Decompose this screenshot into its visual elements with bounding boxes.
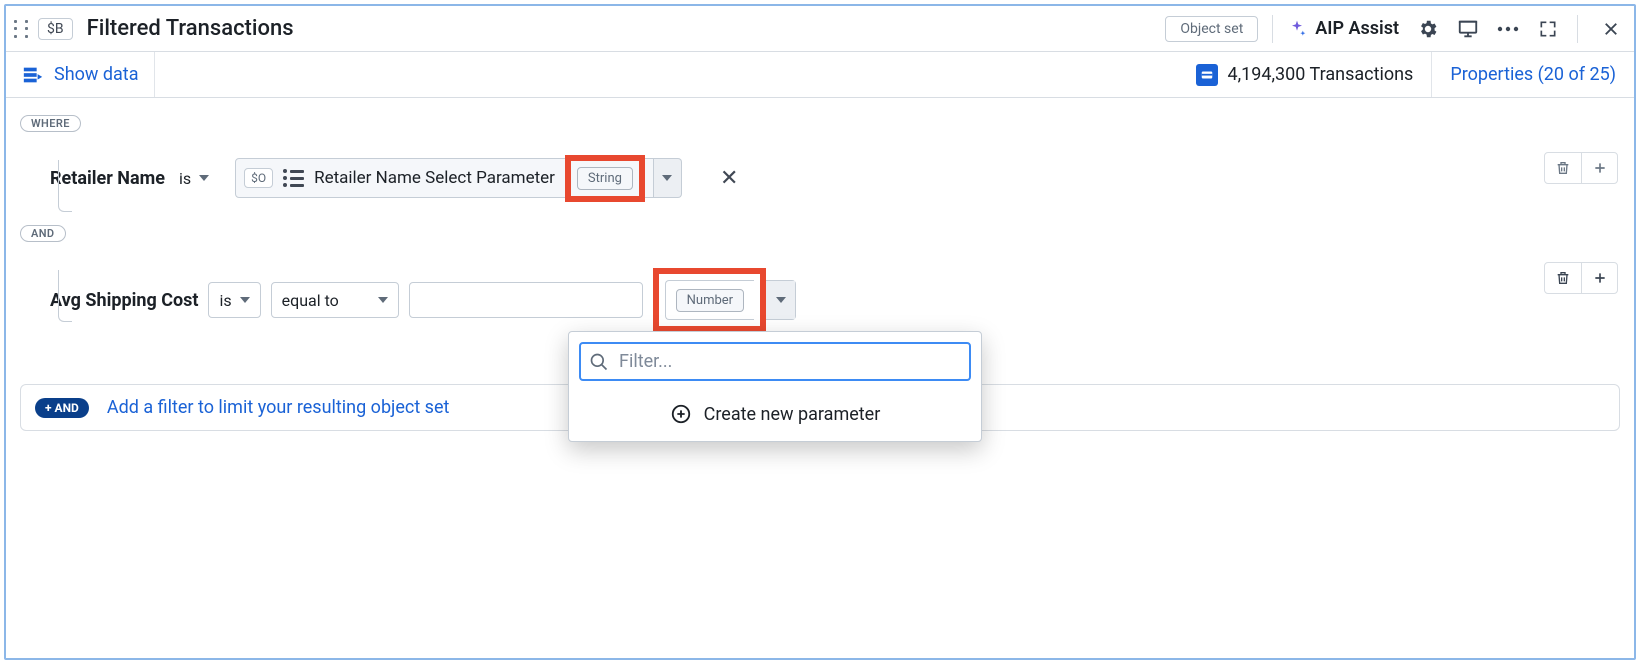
number-type-highlight: Number: [653, 268, 766, 332]
popover-search[interactable]: [579, 342, 971, 381]
parameter-popover: Create new parameter: [568, 331, 982, 442]
add-filter-text: Add a filter to limit your resulting obj…: [107, 397, 450, 418]
parameter-dropdown-button[interactable]: [654, 158, 682, 198]
add-and-badge: + AND: [35, 398, 89, 418]
gear-icon[interactable]: [1417, 18, 1439, 40]
separator: [1577, 15, 1578, 43]
shipping-filter-row: Avg Shipping Cost is equal to Number: [50, 268, 1620, 332]
header-bar: $B Filtered Transactions Object set AIP …: [6, 6, 1634, 52]
caret-down-icon: [240, 297, 250, 303]
close-icon[interactable]: [1600, 18, 1622, 40]
parameter-output-chip: $O: [244, 168, 273, 188]
properties-link[interactable]: Properties (20 of 25): [1431, 52, 1634, 97]
shipping-operator-value: is: [219, 291, 231, 310]
list-icon: [283, 169, 304, 187]
properties-label: Properties (20 of 25): [1450, 64, 1616, 85]
delete-filter-button[interactable]: [1545, 263, 1581, 293]
caret-down-icon: [776, 297, 786, 303]
presentation-icon[interactable]: [1457, 18, 1479, 40]
sparkle-icon: [1287, 19, 1307, 39]
card-icon: [1196, 64, 1218, 86]
shipping-field-label: Avg Shipping Cost: [50, 290, 198, 311]
and-group: Avg Shipping Cost is equal to Number: [20, 268, 1620, 332]
where-row-actions: [1544, 152, 1618, 184]
retailer-parameter-token[interactable]: $O Retailer Name Select Parameter String: [235, 158, 654, 198]
remove-filter-button[interactable]: ✕: [720, 166, 738, 191]
plus-circle-icon: [670, 403, 692, 425]
object-set-button[interactable]: Object set: [1165, 16, 1258, 42]
add-filter-button[interactable]: [1581, 263, 1617, 293]
number-type-tag: Number: [676, 289, 744, 312]
show-data-icon: [22, 64, 44, 86]
and-row-actions: [1544, 262, 1618, 294]
parameter-name-label: Retailer Name Select Parameter: [314, 168, 555, 188]
subheader-bar: Show data 4,194,300 Transactions Propert…: [6, 52, 1634, 98]
page-title: Filtered Transactions: [87, 16, 294, 41]
retailer-operator-select[interactable]: is: [175, 169, 213, 188]
expand-icon[interactable]: [1537, 18, 1559, 40]
search-icon: [589, 352, 609, 372]
retailer-filter-row: Retailer Name is $O Retailer Name Select…: [50, 158, 1620, 198]
string-type-highlight: String: [565, 155, 645, 202]
caret-down-icon: [199, 175, 209, 181]
drag-handle-icon[interactable]: [12, 17, 30, 41]
filter-builder: WHERE Retailer Name is $O: [6, 98, 1634, 445]
and-clause-pill: AND: [20, 225, 66, 242]
delete-filter-button[interactable]: [1545, 153, 1581, 183]
create-parameter-label: Create new parameter: [704, 404, 881, 425]
shipping-operator-select[interactable]: is: [208, 282, 260, 318]
popover-filter-input[interactable]: [617, 350, 961, 373]
string-type-tag: String: [577, 167, 633, 190]
show-data-label: Show data: [54, 64, 138, 85]
caret-down-icon: [378, 297, 388, 303]
create-parameter-button[interactable]: Create new parameter: [569, 391, 981, 441]
separator: [1272, 15, 1273, 43]
number-type-dropdown-button[interactable]: [765, 281, 795, 319]
caret-down-icon: [662, 175, 672, 181]
aip-assist-button[interactable]: AIP Assist: [1287, 18, 1399, 39]
where-clause-pill: WHERE: [20, 115, 81, 132]
aip-assist-label: AIP Assist: [1315, 18, 1399, 39]
where-group: Retailer Name is $O Retailer Name Select…: [20, 158, 1620, 198]
transaction-count-label: 4,194,300 Transactions: [1228, 64, 1414, 85]
shipping-value-input[interactable]: [409, 282, 643, 318]
show-data-button[interactable]: Show data: [6, 52, 155, 97]
app-frame: $B Filtered Transactions Object set AIP …: [4, 4, 1636, 660]
retailer-operator-value: is: [179, 169, 191, 188]
comparator-value: equal to: [282, 291, 339, 310]
more-icon[interactable]: [1497, 18, 1519, 40]
add-filter-button[interactable]: [1581, 153, 1617, 183]
variable-badge[interactable]: $B: [38, 18, 73, 40]
comparator-select[interactable]: equal to: [271, 282, 399, 318]
transaction-count: 4,194,300 Transactions: [1178, 64, 1432, 86]
